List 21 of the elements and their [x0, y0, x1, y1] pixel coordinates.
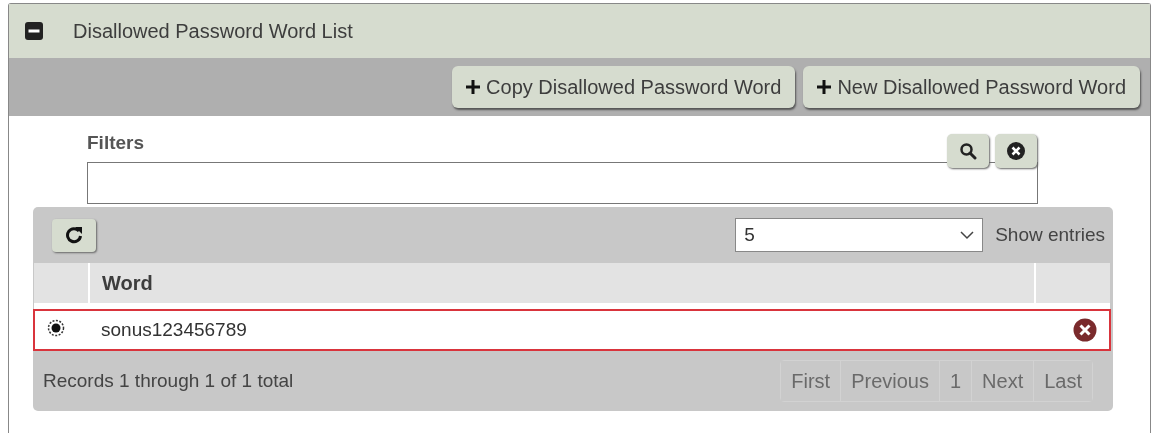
column-header[interactable]: Word	[89, 263, 1035, 303]
plus-icon	[817, 80, 832, 94]
panel-title: Disallowed Password Word List	[73, 19, 353, 43]
show-entries-label: Show entries	[995, 224, 1105, 246]
search-icon	[959, 142, 977, 160]
page-size-select[interactable]: 5	[735, 218, 984, 252]
filters-label: Filters	[87, 132, 145, 155]
refresh-button[interactable]	[52, 218, 96, 252]
add-button[interactable]: Copy Disallowed Password Word	[452, 66, 796, 108]
table-cell: sonus123456789	[89, 310, 1035, 350]
records-summary: Records 1 through 1 of 1 total	[43, 370, 294, 392]
filter-field[interactable]	[87, 162, 1038, 204]
chevron-down-icon	[960, 230, 975, 240]
table-header-cell	[34, 263, 89, 303]
delete-icon[interactable]	[1073, 318, 1097, 342]
collapse-icon[interactable]	[25, 22, 43, 40]
plus-icon	[466, 80, 481, 94]
refresh-icon	[65, 226, 83, 244]
clear-icon	[1007, 142, 1025, 160]
radio-button[interactable]	[47, 318, 65, 337]
add-button[interactable]: New Disallowed Password Word	[803, 66, 1140, 108]
